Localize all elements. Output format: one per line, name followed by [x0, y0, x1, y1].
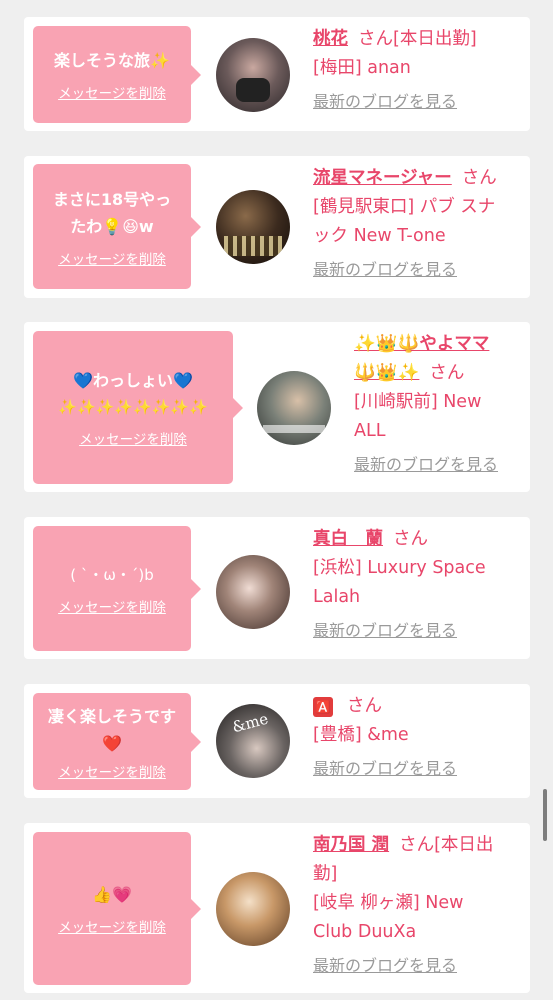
message-text: 💙わっしょい💙	[73, 371, 193, 390]
message-text: たわ💡😆w	[70, 216, 154, 236]
scrollbar[interactable]	[543, 789, 547, 841]
avatar-caption	[263, 425, 325, 433]
profile-name-link[interactable]: 🔱👑✨	[354, 363, 419, 383]
san-status: さん[本日出勤]	[358, 29, 477, 49]
message-text: 👍💗	[92, 885, 132, 904]
avatar[interactable]	[257, 371, 331, 445]
delete-message-link[interactable]: メッセージを削除	[58, 82, 166, 102]
san-status: さん	[347, 696, 382, 716]
profile-name-link[interactable]: ✨👑🔱やよママ	[354, 334, 489, 354]
message-bubble: 👍💗 メッセージを削除	[33, 832, 201, 985]
message-bubble: 凄く楽しそうです ❤️ メッセージを削除	[33, 693, 201, 790]
message-card: 楽しそうな旅✨ メッセージを削除 桃花 さん[本日出勤] [梅田] anan 最新…	[24, 17, 530, 131]
profile-info: 南乃国 潤さん[本日出 勤] [岐阜 柳ヶ瀬] New Club DuuXa 最…	[313, 831, 528, 980]
avatar[interactable]	[216, 872, 290, 946]
shop-area: [浜松] Luxury Space	[313, 558, 486, 578]
profile-info: 🅰️ さん [豊橋] &me 最新のブログを見る	[313, 692, 528, 783]
avatar[interactable]	[216, 190, 290, 264]
a-button-icon[interactable]: 🅰️	[313, 697, 333, 717]
message-text: ❤️	[102, 733, 122, 753]
avatar-bottles	[224, 236, 282, 256]
delete-message-link[interactable]: メッセージを削除	[58, 248, 166, 268]
shop-area: [豊橋] &me	[313, 725, 409, 745]
shop-area: Lalah	[313, 587, 361, 607]
san-status: さん	[429, 363, 465, 383]
profile-name-link[interactable]: 南乃国 潤	[313, 835, 389, 855]
san-status: 勤]	[313, 864, 338, 884]
shop-area: Club DuuXa	[313, 922, 417, 942]
profile-info: 流星マネージャー さん [鶴見駅東口] パブ スナ ック New T-one 最新…	[313, 164, 528, 284]
message-card: 💙わっしょい💙 ✨✨✨✨✨✨✨✨ メッセージを削除 ✨👑🔱やよママ 🔱👑✨ さん …	[24, 322, 530, 492]
shop-area: [鶴見駅東口] パブ スナ	[313, 197, 496, 217]
shop-area: ALL	[354, 421, 386, 441]
message-card: まさに18号やっ たわ💡😆w メッセージを削除 流星マネージャー さん [鶴見駅東…	[24, 156, 530, 298]
san-status: さん[本日出	[399, 835, 494, 855]
message-card: ( ˋ・ω・ˊ)b メッセージを削除 真白 蘭さん [浜松] Luxury Sp…	[24, 517, 530, 659]
message-bubble: まさに18号やっ たわ💡😆w メッセージを削除	[33, 164, 201, 289]
blog-link[interactable]: 最新のブログを見る	[354, 450, 526, 479]
profile-name-link[interactable]: 流星マネージャー	[313, 168, 452, 188]
blog-link[interactable]: 最新のブログを見る	[313, 255, 528, 284]
avatar-mask	[236, 78, 270, 102]
message-bubble: 💙わっしょい💙 ✨✨✨✨✨✨✨✨ メッセージを削除	[33, 331, 243, 484]
san-status: さん	[461, 168, 497, 188]
san-status: さん	[393, 529, 428, 549]
blog-link[interactable]: 最新のブログを見る	[313, 616, 528, 645]
message-text: 楽しそうな旅✨	[54, 51, 170, 70]
message-text: ✨✨✨✨✨✨✨✨	[58, 398, 208, 416]
avatar[interactable]	[216, 38, 290, 112]
message-card: 👍💗 メッセージを削除 南乃国 潤さん[本日出 勤] [岐阜 柳ヶ瀬] New …	[24, 823, 530, 993]
avatar[interactable]: &me	[216, 704, 290, 778]
delete-message-link[interactable]: メッセージを削除	[58, 761, 166, 781]
delete-message-link[interactable]: メッセージを削除	[58, 916, 166, 936]
delete-message-link[interactable]: メッセージを削除	[79, 428, 187, 448]
shop-area: [岐阜 柳ヶ瀬] New	[313, 893, 464, 913]
profile-info: ✨👑🔱やよママ 🔱👑✨ さん [川崎駅前] New ALL 最新のブログを見る	[354, 330, 526, 479]
profile-info: 桃花 さん[本日出勤] [梅田] anan 最新のブログを見る	[313, 25, 518, 116]
shop-area: [川崎駅前] New	[354, 392, 482, 412]
shop-area: [梅田] anan	[313, 58, 411, 78]
message-text: まさに18号やっ	[52, 189, 172, 209]
delete-message-link[interactable]: メッセージを削除	[58, 596, 166, 616]
profile-name-link[interactable]: 真白 蘭	[313, 529, 383, 549]
blog-link[interactable]: 最新のブログを見る	[313, 87, 518, 116]
blog-link[interactable]: 最新のブログを見る	[313, 951, 528, 980]
message-text: 凄く楽しそうです	[47, 706, 176, 726]
message-bubble: ( ˋ・ω・ˊ)b メッセージを削除	[33, 526, 201, 651]
avatar[interactable]	[216, 555, 290, 629]
message-card: 凄く楽しそうです ❤️ メッセージを削除 &me 🅰️ さん [豊橋] &me 最…	[24, 684, 530, 798]
avatar-text: &me	[230, 709, 271, 737]
profile-info: 真白 蘭さん [浜松] Luxury Space Lalah 最新のブログを見る	[313, 525, 528, 645]
message-text: ( ˋ・ω・ˊ)b	[70, 565, 154, 584]
shop-area: ック New T-one	[313, 226, 446, 246]
blog-link[interactable]: 最新のブログを見る	[313, 754, 528, 783]
message-bubble: 楽しそうな旅✨ メッセージを削除	[33, 26, 201, 123]
profile-name-link[interactable]: 桃花	[313, 29, 348, 49]
